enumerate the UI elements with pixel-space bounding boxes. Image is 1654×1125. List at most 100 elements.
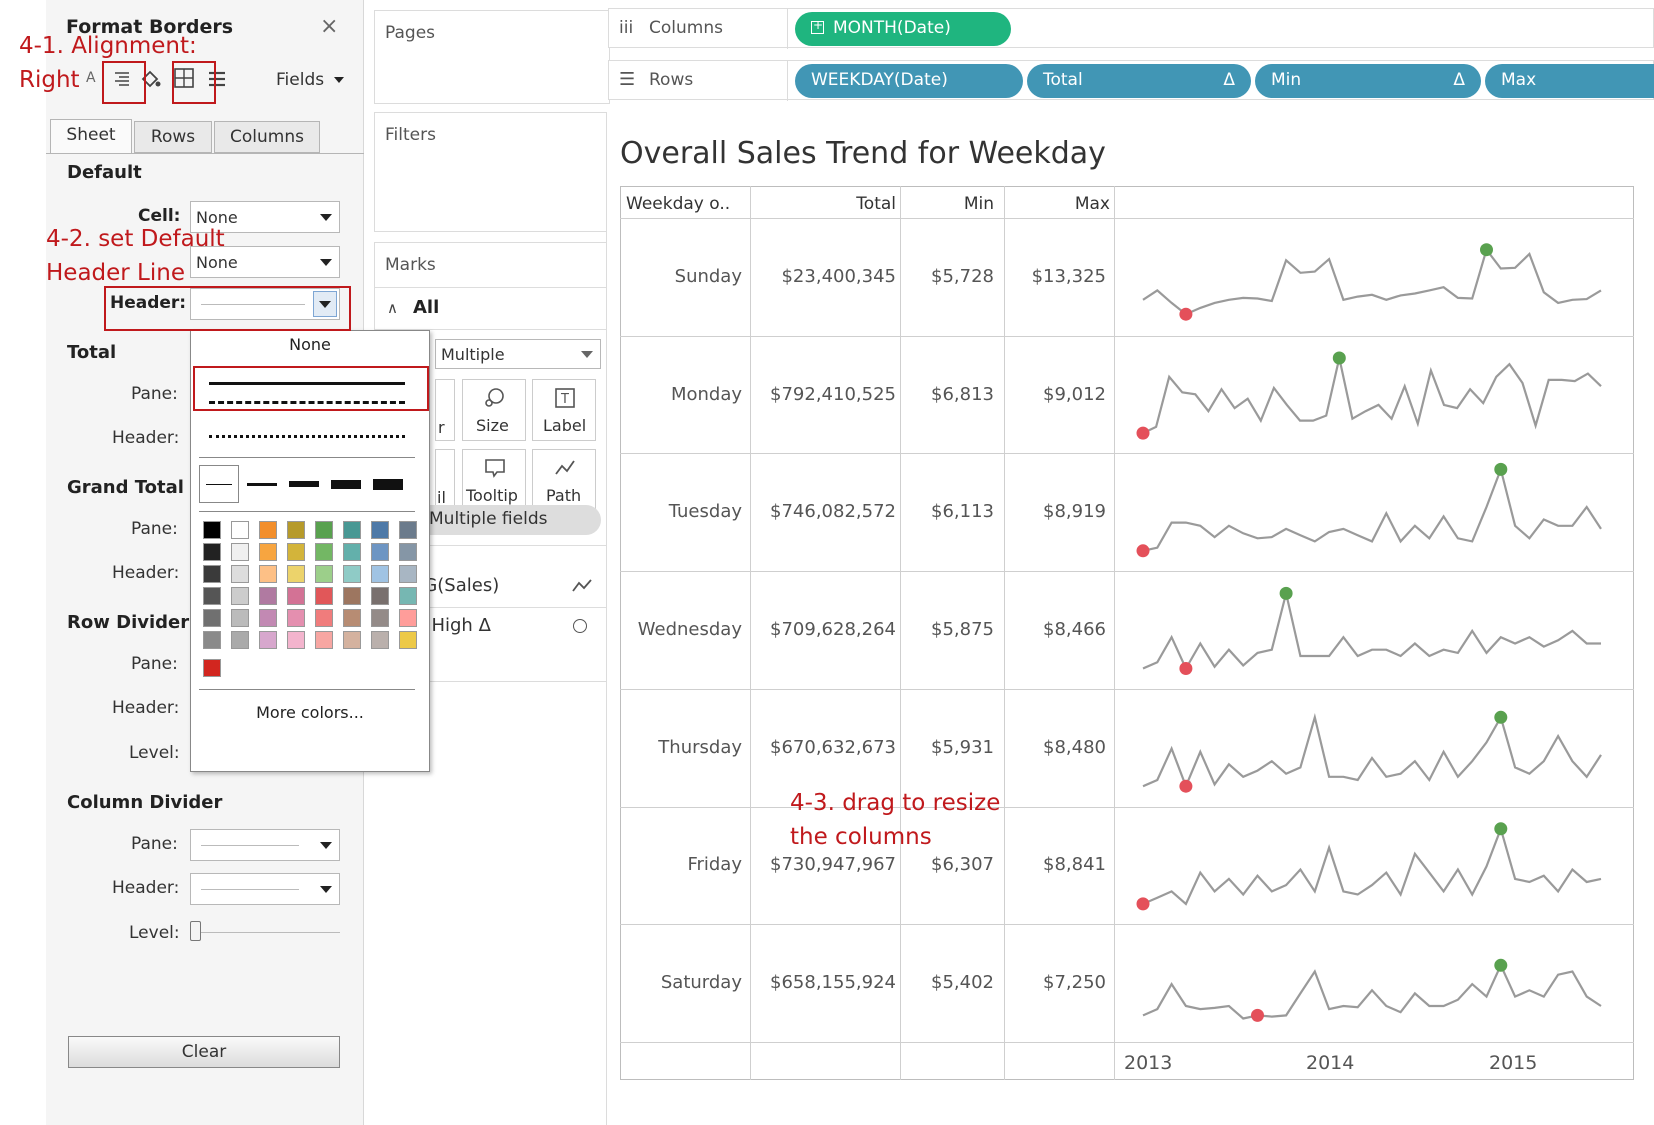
- sparkline-tuesday[interactable]: [1142, 465, 1602, 552]
- header-min[interactable]: Min: [898, 194, 994, 214]
- color-swatch[interactable]: [203, 609, 221, 627]
- color-swatch[interactable]: [203, 587, 221, 605]
- color-swatch[interactable]: [399, 521, 417, 539]
- color-swatch[interactable]: [315, 521, 333, 539]
- color-swatch[interactable]: [259, 609, 277, 627]
- color-swatch[interactable]: [371, 543, 389, 561]
- color-swatch[interactable]: [231, 609, 249, 627]
- max-marker[interactable]: [1279, 586, 1293, 600]
- color-swatch[interactable]: [343, 543, 361, 561]
- color-swatch[interactable]: [203, 521, 221, 539]
- color-swatch[interactable]: [343, 565, 361, 583]
- more-colors-link[interactable]: More colors...: [191, 703, 429, 722]
- size-button[interactable]: Size: [462, 379, 526, 441]
- min-marker[interactable]: [1179, 779, 1193, 793]
- column-level-slider-track[interactable]: [190, 932, 340, 933]
- color-swatch[interactable]: [315, 543, 333, 561]
- color-swatch[interactable]: [315, 631, 333, 649]
- mark-type-select[interactable]: Multiple: [435, 339, 601, 369]
- color-swatch[interactable]: [203, 543, 221, 561]
- sparkline-monday[interactable]: [1142, 357, 1602, 435]
- color-swatch[interactable]: [399, 587, 417, 605]
- color-swatch[interactable]: [259, 587, 277, 605]
- color-swatch[interactable]: [371, 587, 389, 605]
- fields-menu[interactable]: Fields: [276, 70, 344, 90]
- rows-pill-min[interactable]: Min Δ: [1255, 64, 1481, 98]
- color-swatch[interactable]: [259, 565, 277, 583]
- color-swatch-recent[interactable]: [203, 659, 221, 677]
- max-marker[interactable]: [1480, 243, 1493, 257]
- color-swatch[interactable]: [343, 631, 361, 649]
- column-divider-1[interactable]: [750, 186, 751, 1080]
- max-marker[interactable]: [1332, 351, 1346, 365]
- color-swatch[interactable]: [315, 587, 333, 605]
- color-swatch[interactable]: [399, 631, 417, 649]
- color-swatch[interactable]: [231, 631, 249, 649]
- color-swatch[interactable]: [287, 521, 305, 539]
- column-pane-select[interactable]: [190, 829, 340, 861]
- color-swatch[interactable]: [287, 609, 305, 627]
- clear-button[interactable]: Clear: [68, 1036, 340, 1068]
- color-swatch[interactable]: [343, 609, 361, 627]
- min-marker[interactable]: [1136, 544, 1150, 558]
- color-swatch[interactable]: [399, 543, 417, 561]
- tab-columns[interactable]: Columns: [214, 121, 320, 153]
- header-max[interactable]: Max: [1000, 194, 1110, 214]
- rows-pill-total[interactable]: Total Δ: [1027, 64, 1251, 98]
- sparkline-thursday[interactable]: [1142, 712, 1602, 790]
- path-button[interactable]: Path: [532, 449, 596, 511]
- close-icon[interactable]: ×: [320, 14, 338, 39]
- min-marker[interactable]: [1179, 662, 1193, 675]
- max-marker[interactable]: [1494, 462, 1508, 476]
- font-icon[interactable]: A: [86, 70, 96, 86]
- color-swatch[interactable]: [287, 565, 305, 583]
- column-level-slider-thumb[interactable]: [190, 921, 201, 941]
- color-swatch[interactable]: [231, 543, 249, 561]
- color-swatch[interactable]: [371, 631, 389, 649]
- color-swatch[interactable]: [203, 565, 221, 583]
- column-divider-3[interactable]: [1004, 186, 1005, 1080]
- max-marker[interactable]: [1494, 710, 1508, 724]
- color-swatch[interactable]: [259, 543, 277, 561]
- columns-pill-month[interactable]: + MONTH(Date): [795, 12, 1011, 46]
- color-swatch[interactable]: [399, 609, 417, 627]
- min-marker[interactable]: [1251, 1008, 1264, 1022]
- color-swatch[interactable]: [315, 565, 333, 583]
- min-marker[interactable]: [1179, 307, 1193, 321]
- column-header-select[interactable]: [190, 873, 340, 905]
- rows-pill-max[interactable]: Max: [1485, 64, 1654, 98]
- color-swatch[interactable]: [259, 631, 277, 649]
- color-swatch[interactable]: [231, 587, 249, 605]
- sparkline-saturday[interactable]: [1142, 962, 1602, 1020]
- color-button[interactable]: r: [435, 379, 455, 441]
- column-divider-2[interactable]: [900, 186, 901, 1080]
- header-total[interactable]: Total: [738, 194, 896, 214]
- sparkline-sunday[interactable]: [1142, 247, 1602, 316]
- min-marker[interactable]: [1136, 897, 1150, 911]
- detail-button[interactable]: il: [435, 449, 455, 511]
- color-swatch[interactable]: [231, 521, 249, 539]
- multiple-fields-pill[interactable]: Multiple fields: [411, 505, 601, 535]
- color-swatch[interactable]: [371, 521, 389, 539]
- color-swatch[interactable]: [287, 587, 305, 605]
- label-button[interactable]: T Label: [532, 379, 596, 441]
- rows-pill-weekday[interactable]: WEEKDAY(Date): [795, 64, 1023, 98]
- tab-sheet[interactable]: Sheet: [50, 119, 132, 153]
- column-divider-4[interactable]: [1114, 186, 1115, 1080]
- min-marker[interactable]: [1136, 426, 1150, 440]
- chevron-up-icon[interactable]: ∧: [387, 299, 398, 317]
- sparkline-friday[interactable]: [1142, 825, 1602, 906]
- max-marker[interactable]: [1494, 958, 1508, 972]
- color-swatch[interactable]: [371, 609, 389, 627]
- color-swatch[interactable]: [259, 521, 277, 539]
- tab-rows[interactable]: Rows: [134, 121, 212, 153]
- color-swatch[interactable]: [203, 631, 221, 649]
- sparkline-wednesday[interactable]: [1142, 593, 1601, 671]
- color-swatch[interactable]: [343, 521, 361, 539]
- tooltip-button[interactable]: Tooltip: [462, 449, 526, 511]
- color-swatch[interactable]: [287, 543, 305, 561]
- color-swatch[interactable]: [231, 565, 249, 583]
- color-swatch[interactable]: [343, 587, 361, 605]
- color-swatch[interactable]: [315, 609, 333, 627]
- color-swatch[interactable]: [399, 565, 417, 583]
